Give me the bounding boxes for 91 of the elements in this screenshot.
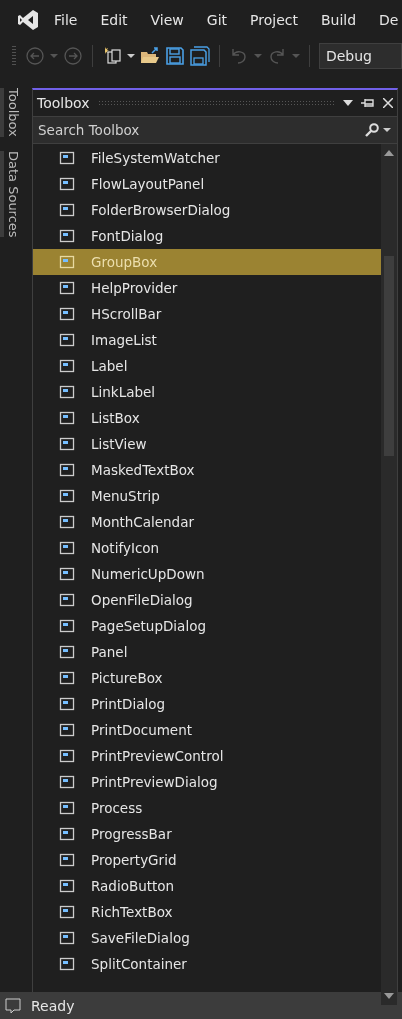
component-icon [59,436,75,452]
component-icon [59,618,75,634]
search-box[interactable]: Search Toolbox [33,116,397,144]
toolbox-item[interactable]: PageSetupDialog [33,613,381,639]
menu-item[interactable]: File [54,12,78,28]
component-icon [59,722,75,738]
toolbox-item[interactable]: PrintPreviewControl [33,743,381,769]
component-icon [59,592,75,608]
toolbox-item[interactable]: HelpProvider [33,275,381,301]
component-icon [59,930,75,946]
toolbox-item[interactable]: FolderBrowserDialog [33,197,381,223]
toolbox-item[interactable]: MenuStrip [33,483,381,509]
pin-icon[interactable] [361,98,375,108]
component-icon [59,228,75,244]
component-icon [59,826,75,842]
component-icon [59,254,75,270]
component-icon [59,410,75,426]
toolbox-item[interactable]: PictureBox [33,665,381,691]
toolbox-item[interactable]: FontDialog [33,223,381,249]
toolbox-item[interactable]: ListView [33,431,381,457]
panel-title: Toolbox [37,95,90,111]
component-icon [59,774,75,790]
speech-bubble-icon [5,997,21,1014]
toolbox-item[interactable]: SplitContainer [33,951,381,977]
menu-item[interactable]: Project [250,12,298,28]
component-icon [59,696,75,712]
save-all-icon[interactable] [189,46,210,66]
toolbox-item[interactable]: SaveFileDialog [33,925,381,951]
component-icon [59,358,75,374]
toolbox-item[interactable]: ImageList [33,327,381,353]
toolbox-item[interactable]: ListBox [33,405,381,431]
toolbox-item[interactable]: LinkLabel [33,379,381,405]
component-icon [59,566,75,582]
open-folder-icon[interactable] [139,46,160,66]
toolbox-item[interactable]: FlowLayoutPanel [33,171,381,197]
dropdown-icon[interactable] [343,100,353,106]
component-icon [59,670,75,686]
toolbox-item[interactable]: PrintPreviewDialog [33,769,381,795]
caret-icon[interactable] [383,128,391,132]
menu-item[interactable]: De [379,12,399,28]
component-icon [59,956,75,972]
component-icon [59,306,75,322]
toolbox-item[interactable]: ProgressBar [33,821,381,847]
menu-item[interactable]: Edit [100,12,128,28]
toolbox-item[interactable]: MonthCalendar [33,509,381,535]
toolbox-item[interactable]: PropertyGrid [33,847,381,873]
toolbox-item[interactable]: NotifyIcon [33,535,381,561]
search-icon[interactable] [365,123,379,137]
scrollbar[interactable] [381,144,397,1005]
component-icon [59,150,75,166]
toolbox-item[interactable]: RichTextBox [33,899,381,925]
toolbox-item[interactable]: PrintDocument [33,717,381,743]
toolbox-item[interactable]: Process [33,795,381,821]
component-icon [59,176,75,192]
component-icon [59,904,75,920]
scroll-down-icon[interactable] [384,993,394,999]
toolbox-item[interactable]: RadioButton [33,873,381,899]
component-icon [59,462,75,478]
toolbox-item[interactable]: MaskedTextBox [33,457,381,483]
toolbox-item[interactable]: NumericUpDown [33,561,381,587]
toolbox-item[interactable]: Label [33,353,381,379]
component-icon [59,852,75,868]
toolbox-item[interactable]: Panel [33,639,381,665]
menu-item[interactable]: Git [206,12,228,28]
component-icon [59,878,75,894]
side-tab[interactable]: Data Sources [0,150,24,238]
menu-item[interactable]: View [150,12,184,28]
component-icon [59,514,75,530]
save-icon[interactable] [164,46,185,66]
configuration-dropdown[interactable]: Debug [318,43,402,69]
component-icon [59,800,75,816]
toolbox-item[interactable]: HScrollBar [33,301,381,327]
component-icon [59,332,75,348]
close-icon[interactable] [383,98,393,108]
toolbox-item[interactable]: OpenFileDialog [33,587,381,613]
caret-icon[interactable] [126,54,135,58]
status-text: Ready [31,997,75,1014]
component-icon [59,540,75,556]
scroll-up-icon[interactable] [384,150,394,156]
menu-item[interactable]: Build [320,12,357,28]
component-icon [59,748,75,764]
component-icon [59,202,75,218]
toolbox-item[interactable]: FileSystemWatcher [33,145,381,171]
toolbox-item[interactable]: PrintDialog [33,691,381,717]
search-field[interactable]: Search Toolbox [38,122,361,138]
component-icon [59,280,75,296]
component-icon [59,488,75,504]
component-icon [59,384,75,400]
component-icon [59,644,75,660]
side-tab[interactable]: Toolbox [0,88,24,137]
app-logo-icon [16,8,40,32]
